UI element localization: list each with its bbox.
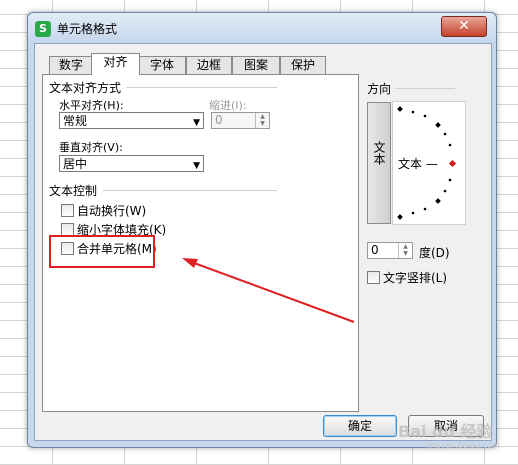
close-button[interactable]: ✕ bbox=[441, 16, 487, 37]
indent-value: 0 bbox=[215, 113, 223, 127]
wps-app-icon: S bbox=[35, 21, 51, 37]
horizontal-align-value: 常规 bbox=[63, 114, 88, 128]
spinner-arrows-icon[interactable]: ▲ ▼ bbox=[398, 243, 412, 258]
group-divider bbox=[127, 87, 277, 88]
indent-spinner[interactable]: 0 ▲ ▼ bbox=[211, 112, 270, 129]
vertical-layout-label: 文字竖排(L) bbox=[383, 271, 448, 285]
wrap-text-checkbox[interactable] bbox=[61, 204, 74, 217]
alignment-panel: 文本对齐方式 水平对齐(H): 常规 ▼ 缩进(I): 0 ▲ ▼ 垂直对齐(V)… bbox=[42, 74, 359, 412]
tab-alignment[interactable]: 对齐 bbox=[91, 53, 140, 75]
indent-label: 缩进(I): bbox=[209, 99, 247, 112]
wrap-text-label: 自动换行(W) bbox=[77, 204, 147, 218]
tab-font[interactable]: 字体 bbox=[138, 56, 186, 74]
vertical-align-label: 垂直对齐(V): bbox=[59, 141, 123, 154]
text-alignment-group-title: 文本对齐方式 bbox=[49, 81, 122, 95]
orientation-preview-text: 文本 — bbox=[398, 157, 438, 171]
degree-spinner[interactable]: 0 ▲ ▼ bbox=[367, 242, 413, 259]
text-control-group-title: 文本控制 bbox=[49, 184, 98, 198]
vertical-align-value: 居中 bbox=[63, 157, 88, 171]
tab-number[interactable]: 数字 bbox=[49, 56, 93, 74]
horizontal-align-label: 水平对齐(H): bbox=[59, 99, 124, 112]
chevron-down-icon: ▼ bbox=[193, 118, 200, 128]
horizontal-align-select[interactable]: 常规 ▼ bbox=[59, 112, 204, 129]
degree-value: 0 bbox=[371, 243, 379, 257]
dialog-title: 单元格格式 bbox=[57, 22, 118, 36]
group-divider bbox=[395, 88, 455, 89]
group-divider bbox=[103, 190, 277, 191]
tab-border[interactable]: 边框 bbox=[186, 56, 232, 74]
vertical-layout-checkbox[interactable] bbox=[367, 271, 380, 284]
title-bar[interactable]: S 单元格格式 ✕ bbox=[28, 13, 496, 43]
annotation-highlight-box bbox=[49, 235, 155, 268]
vertical-text-label: 文本 bbox=[372, 141, 386, 165]
watermark-logo: Bai du 经验 bbox=[398, 422, 493, 441]
vertical-align-select[interactable]: 居中 ▼ bbox=[59, 155, 204, 172]
tab-protection[interactable]: 保护 bbox=[280, 56, 326, 74]
chevron-down-icon: ▼ bbox=[193, 161, 200, 171]
format-cells-dialog: S 单元格格式 ✕ 数字 对齐 字体 边框 图案 保护 文本对齐方式 水平对齐(… bbox=[27, 12, 497, 448]
dialog-body: 数字 对齐 字体 边框 图案 保护 文本对齐方式 水平对齐(H): 常规 ▼ 缩… bbox=[34, 43, 492, 441]
ok-button[interactable]: 确定 bbox=[323, 415, 397, 437]
spinner-arrows-icon[interactable]: ▲ ▼ bbox=[255, 113, 269, 128]
tab-pattern[interactable]: 图案 bbox=[232, 56, 280, 74]
orientation-group-title: 方向 bbox=[367, 82, 392, 96]
watermark-url: jingyan.baidu.com bbox=[426, 441, 500, 450]
vertical-text-button[interactable]: 文本 bbox=[367, 102, 391, 224]
degree-label: 度(D) bbox=[419, 246, 450, 260]
orientation-dial[interactable]: 文本 — bbox=[392, 101, 466, 225]
